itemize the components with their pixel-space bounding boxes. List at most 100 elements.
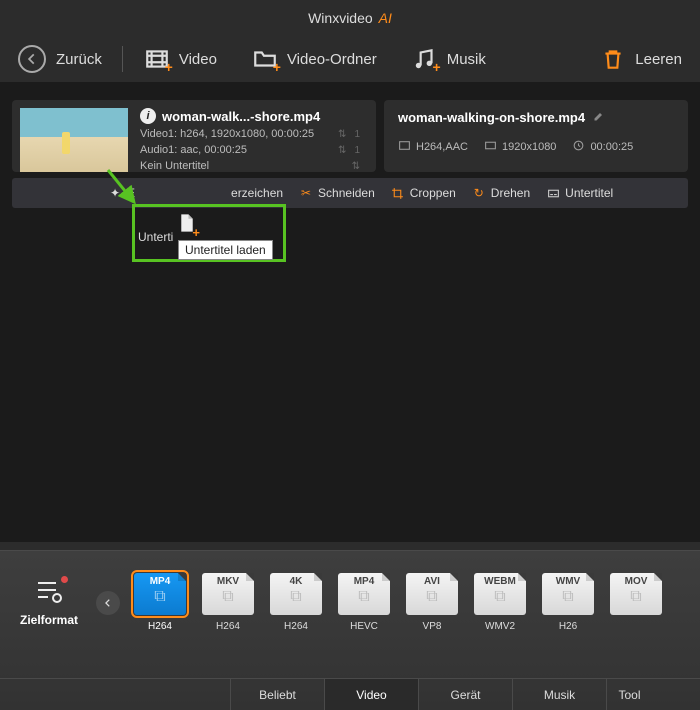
plus-icon: +: [165, 59, 173, 75]
app-title: Winxvideo: [308, 10, 373, 26]
formats-list: MP4⧉H264MKV⧉H2644K⧉H264MP4⧉HEVCAVI⧉VP8WE…: [132, 573, 664, 632]
edit-icon[interactable]: [593, 110, 605, 125]
format-top-label: 4K: [290, 576, 303, 587]
format-bottom-label: H26: [559, 621, 577, 632]
plus-icon: +: [192, 225, 200, 240]
format-bottom-label: H264: [148, 621, 172, 632]
output-file-title: woman-walking-on-shore.mp4: [398, 110, 585, 125]
cut-button[interactable]: ✂ Schneiden: [299, 186, 375, 200]
format-option[interactable]: MKV⧉ H264: [200, 573, 256, 632]
film-reel-icon: ⧉: [562, 588, 573, 606]
rotate-button[interactable]: ↻ Drehen: [472, 186, 530, 200]
crop-icon: [391, 186, 405, 200]
tab-device[interactable]: Gerät: [418, 679, 512, 710]
codec-icon: [398, 139, 411, 155]
subtitle-button[interactable]: Untertitel: [546, 186, 613, 200]
source-file-title: woman-walk...-shore.mp4: [162, 109, 320, 124]
back-button[interactable]: Zurück: [18, 45, 102, 73]
effect-label-partial: E: [127, 186, 135, 200]
format-bottom-label: VP8: [423, 621, 442, 632]
file-row: i woman-walk...-shore.mp4 Video1: h264, …: [12, 100, 688, 172]
format-top-label: MP4: [354, 576, 375, 587]
add-video-button[interactable]: + Video: [143, 45, 217, 73]
separator: [122, 46, 123, 72]
output-duration: 00:00:25: [590, 141, 633, 153]
star-icon: ✦: [108, 186, 122, 200]
subtitle-chip-label: Unterti: [138, 230, 173, 244]
format-option[interactable]: 4K⧉H264: [268, 573, 324, 632]
settings-list-icon: [34, 578, 64, 607]
tab-music[interactable]: Musik: [512, 679, 606, 710]
format-bottom-label: H264: [216, 621, 240, 632]
reorder-icon[interactable]: ⇅: [338, 129, 346, 140]
video-thumbnail[interactable]: [20, 108, 128, 172]
plus-icon: +: [273, 59, 281, 75]
watermark-button[interactable]: erzeichen: [231, 186, 283, 200]
format-option[interactable]: AVI⧉ VP8: [404, 573, 460, 632]
clear-button[interactable]: Leeren: [599, 45, 682, 73]
audio-count: 1: [354, 145, 360, 156]
titlebar: Winxvideo AI: [0, 0, 700, 36]
format-option[interactable]: WMV⧉H26: [540, 573, 596, 632]
tab-toolbox[interactable]: Tool: [606, 679, 652, 710]
info-badge-icon: i: [140, 108, 156, 124]
audio-stream-line: Audio1: aac, 00:00:25: [140, 144, 247, 156]
format-top-label: AVI: [424, 576, 440, 587]
add-subtitle-file-button[interactable]: +: [178, 213, 196, 236]
film-reel-icon: ⧉: [494, 588, 505, 606]
film-reel-icon: ⧉: [222, 588, 233, 606]
format-bottom-label: HEVC: [350, 621, 378, 632]
top-toolbar: Zurück + Video + Video-Ordner + Musik Le…: [0, 36, 700, 82]
edit-actions-bar: ✦ E erzeichen ✂ Schneiden Croppen ↻ Dreh…: [12, 178, 688, 208]
add-video-label: Video: [179, 51, 217, 68]
subtitle-label: Untertitel: [565, 186, 613, 200]
format-top-label: MOV: [625, 576, 648, 587]
crop-label: Croppen: [410, 186, 456, 200]
scissors-icon: ✂: [299, 186, 313, 200]
add-folder-label: Video-Ordner: [287, 51, 377, 68]
output-file-card[interactable]: woman-walking-on-shore.mp4 H264,AAC 1920…: [384, 100, 688, 172]
category-tabs: Beliebt Video Gerät Musik Tool: [0, 678, 700, 710]
folder-icon: +: [251, 45, 279, 73]
crop-button[interactable]: Croppen: [391, 186, 456, 200]
film-reel-icon: ⧉: [358, 588, 369, 606]
subtitle-icon: [546, 186, 560, 200]
resolution-icon: [484, 139, 497, 155]
watermark-label-partial: erzeichen: [231, 186, 283, 200]
plus-icon: +: [433, 59, 441, 75]
add-music-button[interactable]: + Musik: [411, 45, 486, 73]
music-icon: +: [411, 45, 439, 73]
back-label: Zurück: [56, 51, 102, 68]
tab-video[interactable]: Video: [324, 679, 418, 710]
add-music-label: Musik: [447, 51, 486, 68]
clock-icon: [572, 139, 585, 155]
film-reel-icon: ⧉: [154, 588, 165, 606]
formats-prev-button[interactable]: [96, 591, 120, 615]
source-file-card[interactable]: i woman-walk...-shore.mp4 Video1: h264, …: [12, 100, 376, 172]
format-option[interactable]: MOV⧉: [608, 573, 664, 632]
clear-label: Leeren: [635, 51, 682, 68]
rotate-icon: ↻: [472, 186, 486, 200]
format-option[interactable]: WEBM⧉WMV2: [472, 573, 528, 632]
reorder-icon[interactable]: ⇅: [352, 161, 360, 172]
tab-popular[interactable]: Beliebt: [230, 679, 324, 710]
target-format-button[interactable]: Zielformat: [14, 578, 84, 627]
effect-button[interactable]: ✦ E: [108, 186, 135, 200]
content-area: i woman-walk...-shore.mp4 Video1: h264, …: [0, 82, 700, 542]
film-icon: +: [143, 45, 171, 73]
reorder-icon[interactable]: ⇅: [338, 145, 346, 156]
video-count: 1: [354, 129, 360, 140]
format-option[interactable]: MP4⧉ HEVC: [336, 573, 392, 632]
subtitle-stream-line: Kein Untertitel: [140, 160, 209, 172]
format-top-label: MKV: [217, 576, 239, 587]
file-info: i woman-walk...-shore.mp4 Video1: h264, …: [136, 100, 376, 172]
format-bottom-label: WMV2: [485, 621, 515, 632]
rotate-label: Drehen: [491, 186, 530, 200]
format-option[interactable]: MP4⧉ H264: [132, 573, 188, 632]
add-video-folder-button[interactable]: + Video-Ordner: [251, 45, 377, 73]
app-title-suffix: AI: [379, 10, 392, 26]
load-subtitle-tooltip: Untertitel laden: [178, 240, 273, 260]
format-bottom-label: H264: [284, 621, 308, 632]
film-reel-icon: ⧉: [426, 588, 437, 606]
format-top-label: MP4: [150, 576, 171, 587]
